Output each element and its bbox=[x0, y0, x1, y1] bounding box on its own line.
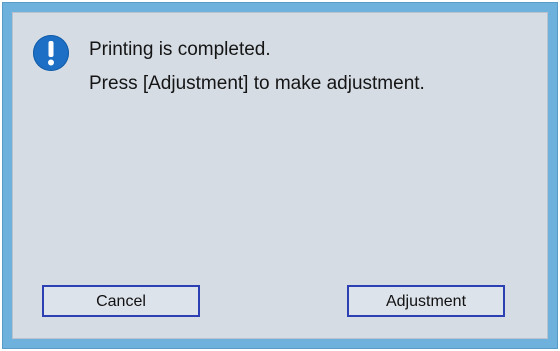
dialog-message: Printing is completed. Press [Adjustment… bbox=[89, 33, 425, 101]
dialog-frame: Printing is completed. Press [Adjustment… bbox=[2, 2, 558, 349]
adjustment-button[interactable]: Adjustment bbox=[347, 285, 505, 317]
exclamation-icon bbox=[33, 35, 69, 71]
dialog-panel: Printing is completed. Press [Adjustment… bbox=[12, 12, 548, 339]
message-line-2: Press [Adjustment] to make adjustment. bbox=[89, 73, 425, 94]
cancel-button[interactable]: Cancel bbox=[42, 285, 200, 317]
message-line-1: Printing is completed. bbox=[89, 39, 271, 60]
